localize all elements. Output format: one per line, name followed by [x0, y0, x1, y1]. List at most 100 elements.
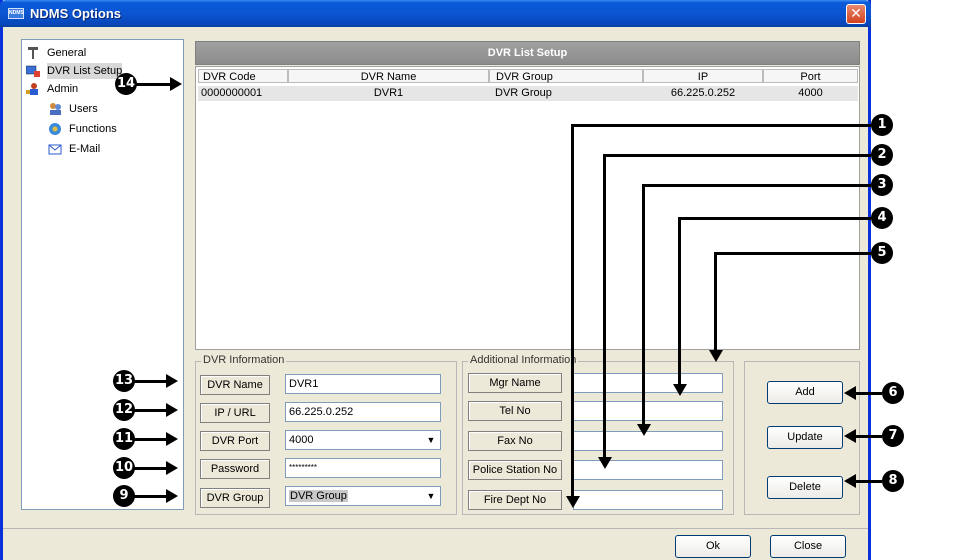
column-label: DVR Group — [496, 71, 553, 83]
dvr-port-select[interactable]: 4000 ▼ — [285, 430, 441, 450]
callout-badge-11: 11 — [113, 428, 135, 450]
tel-no-input[interactable] — [573, 401, 723, 421]
chevron-down-icon[interactable]: ▼ — [423, 432, 439, 448]
tree-label: General — [47, 47, 87, 59]
tree-label: DVR List Setup — [47, 63, 123, 79]
email-icon — [48, 142, 62, 156]
general-icon — [26, 46, 40, 60]
callout-arrow-13 — [166, 374, 178, 388]
dvr-group-label: DVR Group — [200, 488, 270, 508]
callout-arrow-4 — [673, 384, 687, 396]
callout-badge-9: 9 — [113, 485, 135, 507]
group-title: DVR Information — [201, 354, 287, 366]
dvr-port-value: 4000 — [289, 434, 314, 446]
cell-dvr-code: 0000000001 — [201, 87, 263, 99]
list-title-bar: DVR List Setup — [195, 41, 860, 65]
callout-line-3h — [642, 184, 871, 187]
title-bar[interactable]: NDMS NDMS Options ✕ — [0, 0, 871, 27]
ok-button[interactable]: Ok — [675, 535, 751, 558]
callout-arrow-2 — [598, 457, 612, 469]
police-station-no-input[interactable] — [573, 460, 723, 480]
admin-icon — [26, 82, 40, 96]
callout-line-10 — [133, 467, 167, 470]
callout-badge-14: 14 — [115, 73, 137, 95]
fire-dept-no-label: Fire Dept No — [468, 490, 562, 510]
callout-badge-2: 2 — [871, 144, 893, 166]
column-header-port[interactable]: Port — [763, 69, 858, 83]
callout-line-11 — [133, 438, 167, 441]
callout-badge-3: 3 — [871, 174, 893, 196]
cell-dvr-group: DVR Group — [495, 87, 552, 99]
cell-dvr-name: DVR1 — [373, 87, 404, 99]
ip-url-input[interactable]: 66.225.0.252 — [285, 402, 441, 422]
callout-badge-1: 1 — [871, 114, 893, 136]
callout-badge-4: 4 — [871, 207, 893, 229]
callout-line-12 — [133, 409, 167, 412]
fire-dept-no-input[interactable] — [573, 490, 723, 510]
users-icon — [48, 102, 62, 116]
add-button[interactable]: Add — [767, 381, 843, 404]
police-station-no-label: Police Station No — [468, 460, 562, 480]
callout-line-1h — [571, 124, 871, 127]
fax-no-label: Fax No — [468, 431, 562, 451]
password-input[interactable]: ********* — [285, 458, 441, 478]
callout-badge-8: 8 — [882, 470, 904, 492]
callout-badge-13: 13 — [113, 370, 135, 392]
callout-line-4 — [678, 217, 681, 385]
cell-port: 4000 — [798, 87, 823, 99]
column-header-dvr-name[interactable]: DVR Name — [288, 69, 489, 83]
dvr-name-input[interactable]: DVR1 — [285, 374, 441, 394]
tree-label: Functions — [69, 123, 117, 135]
callout-arrow-11 — [166, 432, 178, 446]
close-icon[interactable]: ✕ — [846, 4, 866, 24]
dvr-name-label: DVR Name — [200, 375, 270, 395]
column-header-dvr-code[interactable]: DVR Code — [198, 69, 288, 83]
callout-line-2 — [603, 154, 606, 458]
mgr-name-label: Mgr Name — [468, 373, 562, 393]
callout-arrow-14 — [170, 77, 182, 91]
callout-line-5h — [714, 252, 871, 255]
callout-badge-10: 10 — [113, 457, 135, 479]
column-label: DVR Code — [203, 71, 256, 83]
tree-label: Admin — [47, 83, 79, 95]
callout-line-14 — [135, 83, 171, 86]
dvr-group-value: DVR Group — [289, 490, 348, 502]
app-icon: NDMS — [8, 8, 24, 19]
close-button[interactable]: Close — [770, 535, 846, 558]
callout-badge-6: 6 — [882, 382, 904, 404]
functions-icon — [48, 122, 62, 136]
group-title: Additional Information — [468, 354, 579, 366]
callout-line-5 — [714, 252, 717, 351]
dvr-list[interactable]: DVR Code DVR Name DVR Group IP Port 0000… — [195, 66, 860, 350]
dvr-group-select[interactable]: DVR Group ▼ — [285, 486, 441, 506]
callout-badge-7: 7 — [882, 425, 904, 447]
password-label: Password — [200, 459, 270, 479]
tree-label: E-Mail — [69, 143, 101, 155]
callout-line-4h — [678, 217, 871, 220]
callout-line-3 — [642, 184, 645, 425]
callout-line-9 — [133, 495, 167, 498]
tel-no-label: Tel No — [468, 401, 562, 421]
chevron-down-icon[interactable]: ▼ — [423, 488, 439, 504]
callout-line-8 — [855, 480, 882, 483]
callout-arrow-10 — [166, 461, 178, 475]
update-button[interactable]: Update — [767, 426, 843, 449]
delete-button[interactable]: Delete — [767, 476, 843, 499]
callout-arrow-12 — [166, 403, 178, 417]
dvr-port-label: DVR Port — [200, 431, 270, 451]
mgr-name-input[interactable] — [573, 373, 723, 393]
callout-line-7 — [855, 435, 882, 438]
callout-badge-12: 12 — [113, 399, 135, 421]
column-header-ip[interactable]: IP — [643, 69, 763, 83]
column-header-dvr-group[interactable]: DVR Group — [489, 69, 643, 83]
callout-arrow-9 — [166, 489, 178, 503]
callout-line-13 — [133, 380, 167, 383]
tree-item-dvr-list-setup[interactable]: DVR List Setup — [25, 63, 181, 79]
callout-arrow-5 — [709, 350, 723, 362]
callout-arrow-3 — [637, 424, 651, 436]
callout-line-6 — [855, 392, 882, 395]
cell-ip: 66.225.0.252 — [670, 87, 736, 99]
ip-url-label: IP / URL — [200, 403, 270, 423]
callout-line-2h — [603, 154, 871, 157]
dvr-list-icon — [25, 64, 40, 78]
